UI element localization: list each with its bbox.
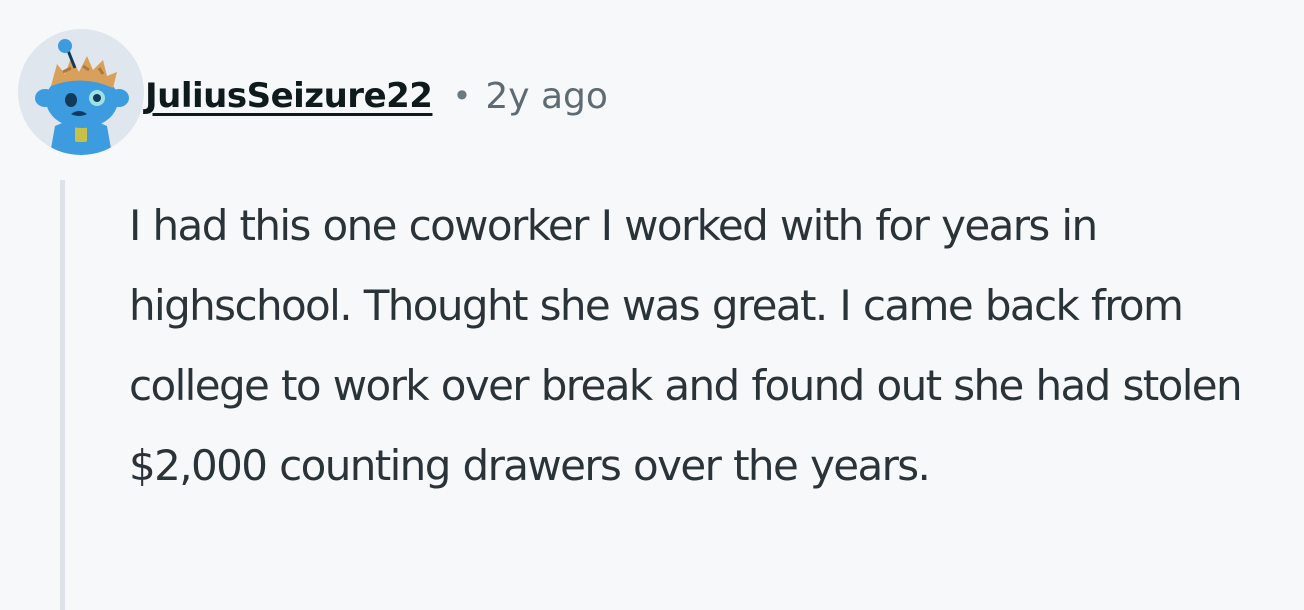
user-avatar[interactable] [17, 28, 145, 156]
comment-timestamp[interactable]: 2y ago [485, 76, 608, 117]
meta-separator: • [452, 77, 472, 115]
snoo-avatar-icon [18, 29, 144, 155]
comment-meta: JuliusSeizure22 • 2y ago [145, 64, 608, 128]
comment-body: I had this one coworker I worked with fo… [129, 201, 1243, 490]
thread-line[interactable] [60, 180, 65, 610]
username-link[interactable]: JuliusSeizure22 [145, 76, 433, 116]
